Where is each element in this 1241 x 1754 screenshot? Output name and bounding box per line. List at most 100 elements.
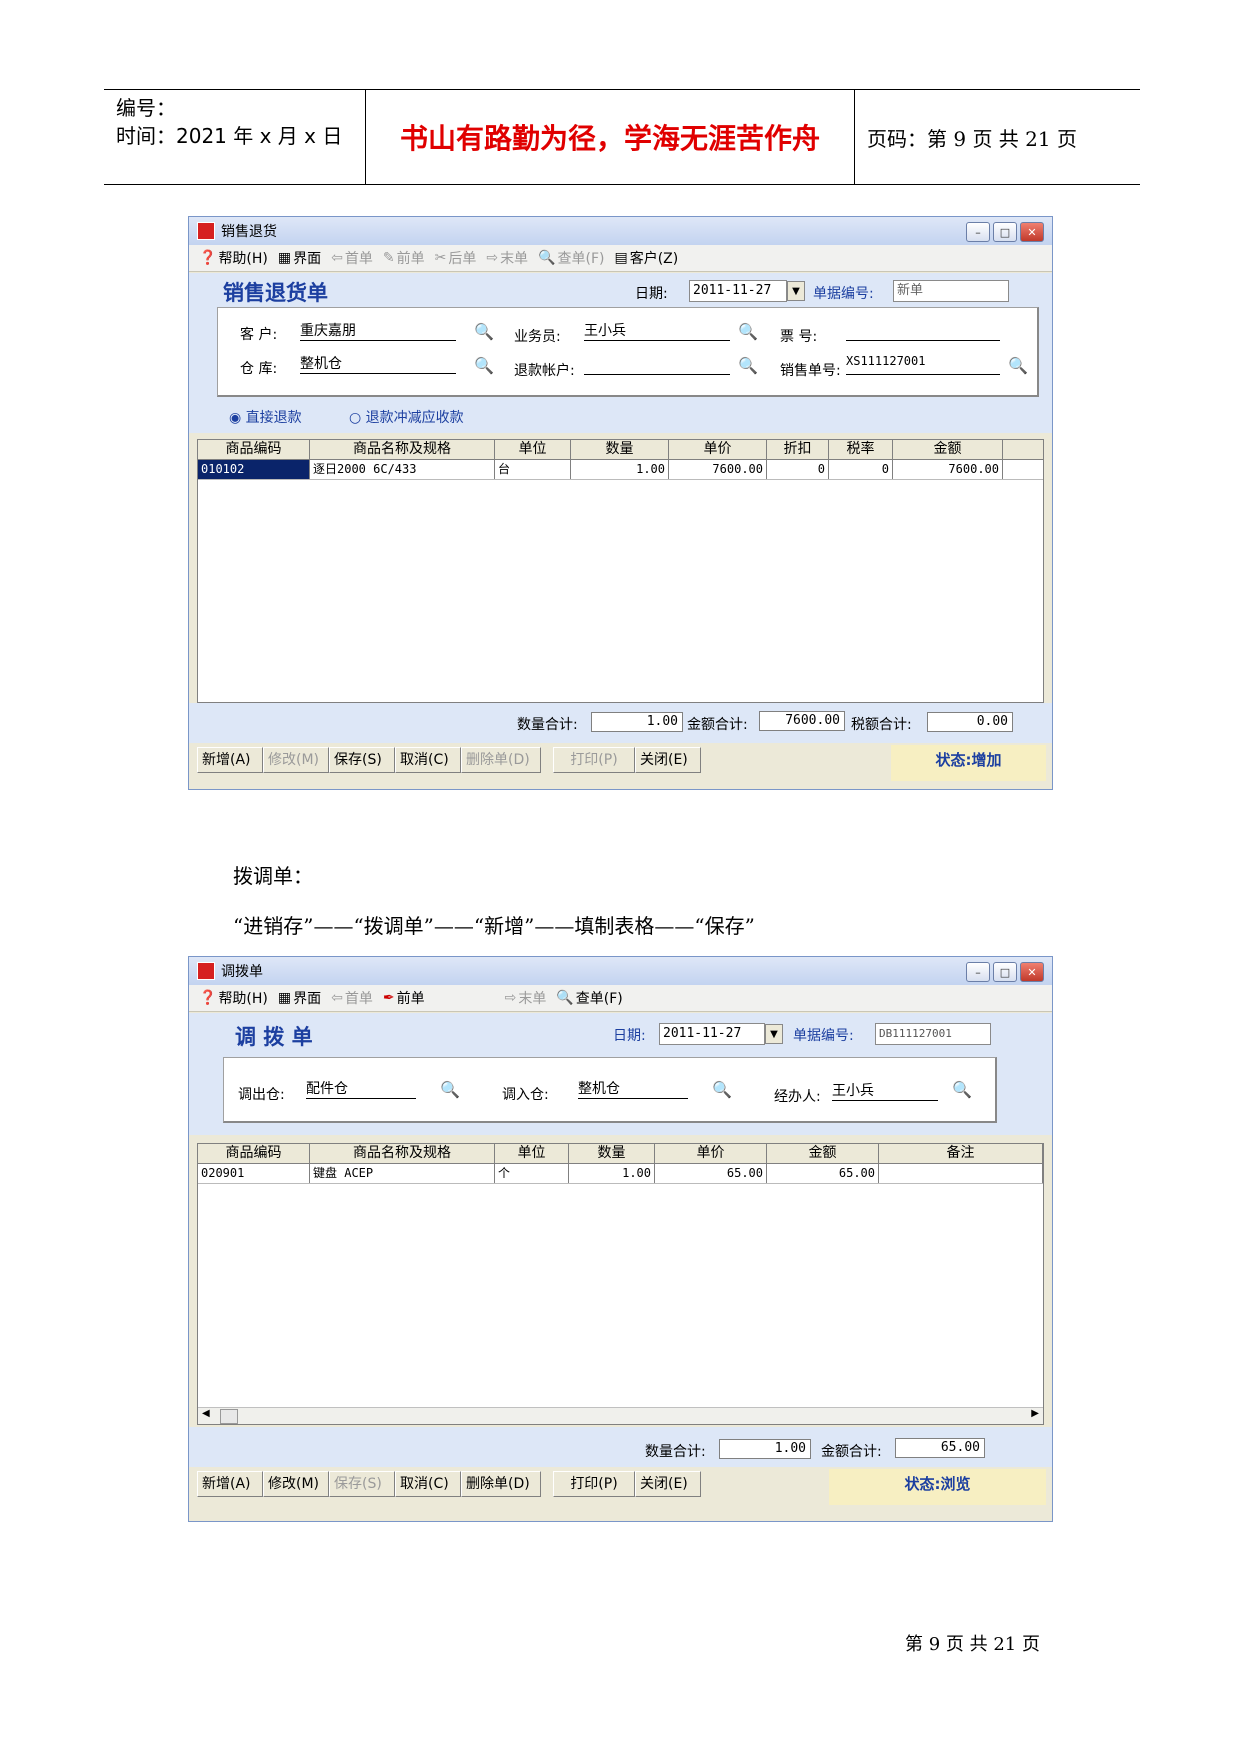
minimize-icon[interactable]: –: [966, 962, 990, 982]
cell-price[interactable]: 7600.00: [669, 460, 767, 479]
col-header[interactable]: 单位: [495, 440, 571, 459]
search-icon[interactable]: 🔍: [952, 1080, 972, 1099]
cell-name[interactable]: 逐日2000 6C/433: [310, 460, 495, 479]
col-header[interactable]: 金额: [893, 440, 1003, 459]
save-button[interactable]: 保存(S): [329, 1471, 395, 1497]
cancel-button[interactable]: 取消(C): [395, 1471, 461, 1497]
customer-button[interactable]: ▤ 客户(Z): [614, 248, 678, 268]
chevron-down-icon[interactable]: ▼: [787, 281, 805, 301]
search-icon[interactable]: 🔍: [738, 356, 758, 375]
search-icon[interactable]: 🔍: [712, 1080, 732, 1099]
col-header[interactable]: 数量: [571, 440, 669, 459]
totals-bar: 数量合计: 1.00 金额合计: 7600.00 税额合计: 0.00: [189, 703, 1052, 743]
close-icon[interactable]: ✕: [1020, 222, 1044, 242]
table-row[interactable]: 010102 逐日2000 6C/433 台 1.00 7600.00 0 0 …: [198, 460, 1043, 480]
first-button[interactable]: ⇦ 首单: [331, 988, 373, 1008]
cancel-button[interactable]: 取消(C): [395, 747, 461, 773]
cell-unit[interactable]: 台: [495, 460, 571, 479]
toolbar: ❓ 帮助(H) ▦ 界面 ⇦ 首单 ✒ 前单 ⇨ 末单 🔍 查单(F): [189, 985, 1052, 1012]
horizontal-scrollbar[interactable]: ◀ ▶: [198, 1407, 1043, 1424]
search-doc-button[interactable]: 🔍 查单(F): [538, 248, 604, 268]
scroll-thumb[interactable]: [220, 1409, 238, 1424]
col-header[interactable]: 金额: [767, 1144, 879, 1163]
col-header[interactable]: 单价: [669, 440, 767, 459]
maximize-icon[interactable]: □: [993, 222, 1017, 242]
warehouse-field[interactable]: 整机仓: [300, 353, 456, 374]
add-button[interactable]: 新增(A): [197, 1471, 263, 1497]
out-warehouse-label: 调出仓:: [238, 1087, 285, 1103]
edit-button[interactable]: 修改(M): [263, 747, 329, 773]
date-field[interactable]: 2011-11-27: [689, 280, 787, 302]
cell-remark[interactable]: [879, 1164, 1043, 1183]
handler-field[interactable]: 王小兵: [832, 1080, 938, 1101]
salesman-field[interactable]: 王小兵: [584, 320, 730, 341]
col-header[interactable]: 备注: [879, 1144, 1043, 1163]
cell-name[interactable]: 键盘 ACEP: [310, 1164, 495, 1183]
date-field[interactable]: 2011-11-27: [659, 1023, 765, 1045]
prev-button[interactable]: ✎ 前单: [383, 248, 425, 268]
prev-button[interactable]: ✒ 前单: [383, 988, 425, 1008]
minimize-icon[interactable]: –: [966, 222, 990, 242]
help-button[interactable]: ❓ 帮助(H): [199, 248, 268, 268]
col-header[interactable]: 单位: [495, 1144, 569, 1163]
col-header[interactable]: 数量: [569, 1144, 655, 1163]
doc-no-field[interactable]: 新单: [893, 280, 1009, 302]
cell-amount[interactable]: 65.00: [767, 1164, 879, 1183]
edit-button[interactable]: 修改(M): [263, 1471, 329, 1497]
help-button[interactable]: ❓ 帮助(H): [199, 988, 268, 1008]
search-icon[interactable]: 🔍: [474, 356, 494, 375]
search-doc-button[interactable]: 🔍 查单(F): [556, 988, 622, 1008]
add-button[interactable]: 新增(A): [197, 747, 263, 773]
table-row[interactable]: 020901 键盘 ACEP 个 1.00 65.00 65.00: [198, 1164, 1043, 1184]
radio-offset[interactable]: ○ 退款冲减应收款: [349, 407, 464, 427]
cell-discount[interactable]: 0: [767, 460, 829, 479]
cell-code[interactable]: 010102: [198, 460, 310, 479]
col-header[interactable]: 折扣: [767, 440, 829, 459]
close-icon[interactable]: ✕: [1020, 962, 1044, 982]
last-button[interactable]: ⇨ 末单: [486, 248, 528, 268]
delete-button[interactable]: 删除单(D): [461, 747, 541, 773]
ticket-field[interactable]: [846, 320, 1000, 341]
layout-button[interactable]: ▦ 界面: [278, 248, 321, 268]
col-header[interactable]: 商品编码: [198, 1144, 310, 1163]
col-header[interactable]: 税率: [829, 440, 893, 459]
search-icon[interactable]: 🔍: [474, 322, 494, 341]
col-header[interactable]: 商品编码: [198, 440, 310, 459]
close-button[interactable]: 关闭(E): [635, 747, 701, 773]
col-header[interactable]: 商品名称及规格: [310, 1144, 495, 1163]
sales-no-field[interactable]: XS111127001: [846, 354, 1000, 375]
doc-no-field[interactable]: DB111127001: [875, 1023, 991, 1045]
in-warehouse-field[interactable]: 整机仓: [578, 1078, 688, 1099]
layout-button[interactable]: ▦ 界面: [278, 988, 321, 1008]
save-button[interactable]: 保存(S): [329, 747, 395, 773]
cell-unit[interactable]: 个: [495, 1164, 569, 1183]
search-icon[interactable]: 🔍: [738, 322, 758, 341]
print-button[interactable]: 打印(P): [553, 747, 635, 773]
next-button[interactable]: ✂ 后单: [435, 248, 477, 268]
delete-button[interactable]: 删除单(D): [461, 1471, 541, 1497]
scroll-right-icon[interactable]: ▶: [1031, 1408, 1039, 1419]
cell-price[interactable]: 65.00: [655, 1164, 767, 1183]
radio-direct[interactable]: ◉ 直接退款: [229, 407, 302, 427]
cell-qty[interactable]: 1.00: [571, 460, 669, 479]
refund-account-field[interactable]: [584, 354, 730, 375]
cell-qty[interactable]: 1.00: [569, 1164, 655, 1183]
chevron-down-icon[interactable]: ▼: [765, 1024, 783, 1044]
maximize-icon[interactable]: □: [993, 962, 1017, 982]
search-icon[interactable]: 🔍: [440, 1080, 460, 1099]
last-button[interactable]: ⇨ 末单: [505, 988, 547, 1008]
cell-amount[interactable]: 7600.00: [893, 460, 1003, 479]
customer-field[interactable]: 重庆嘉朋: [300, 320, 456, 341]
col-header[interactable]: 单价: [655, 1144, 767, 1163]
out-warehouse-field[interactable]: 配件仓: [306, 1078, 416, 1099]
first-button[interactable]: ⇦ 首单: [331, 248, 373, 268]
col-header[interactable]: 商品名称及规格: [310, 440, 495, 459]
cell-code[interactable]: 020901: [198, 1164, 310, 1183]
warehouse-label: 仓 库:: [240, 361, 278, 377]
search-icon[interactable]: 🔍: [1008, 356, 1028, 375]
scroll-left-icon[interactable]: ◀: [202, 1408, 210, 1419]
print-button[interactable]: 打印(P): [553, 1471, 635, 1497]
amount-total: 65.00: [895, 1438, 985, 1458]
close-button[interactable]: 关闭(E): [635, 1471, 701, 1497]
cell-tax-rate[interactable]: 0: [829, 460, 893, 479]
